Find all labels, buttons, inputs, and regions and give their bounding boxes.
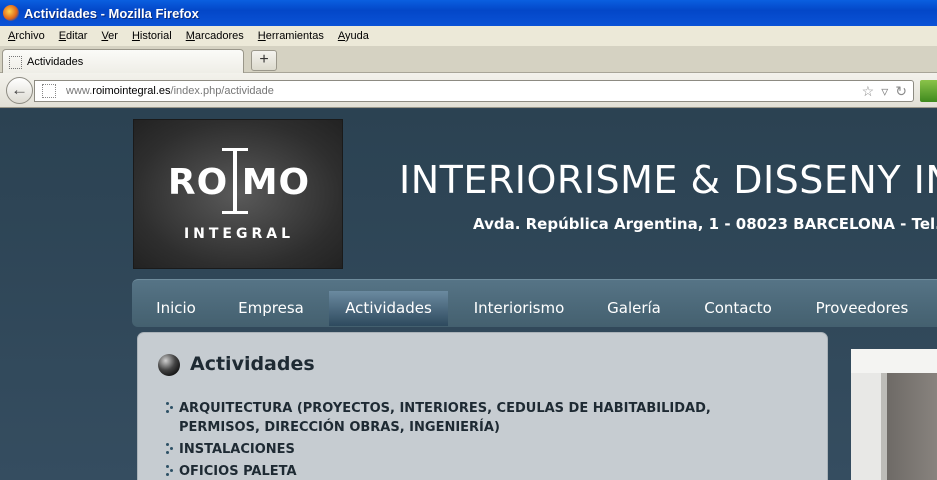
activity-text: OFICIOS PALETA: [179, 464, 297, 479]
content-title: Actividades: [190, 353, 315, 375]
navigation-toolbar: ← www. roimointegral.es/index.php/activid…: [0, 73, 937, 108]
page-icon: [9, 55, 22, 69]
nav-contacto[interactable]: Contacto: [692, 291, 784, 326]
nav-empresa[interactable]: Empresa: [226, 291, 316, 326]
bullet-icon: [166, 465, 174, 477]
menu-marcadores[interactable]: Marcadores: [186, 30, 244, 42]
tab-label: Actividades: [27, 56, 84, 68]
addon-icon[interactable]: [920, 80, 937, 102]
site-identity-icon[interactable]: [42, 84, 56, 98]
nav-actividades[interactable]: Actividades: [329, 291, 448, 326]
back-button[interactable]: ←: [6, 77, 33, 104]
window-title: Actividades - Mozilla Firefox: [24, 5, 199, 21]
menu-herramientas[interactable]: Herramientas: [258, 30, 324, 42]
site-logo[interactable]: RO MO INTEGRAL: [133, 119, 343, 269]
new-tab-button[interactable]: +: [251, 50, 277, 71]
url-bar[interactable]: www. roimointegral.es/index.php/actividad…: [34, 80, 914, 102]
tab-bar: Actividades +: [0, 46, 937, 74]
bookmark-star-icon[interactable]: ☆: [862, 83, 875, 100]
url-path: /index.php/actividade: [170, 85, 274, 97]
nav-interiorismo[interactable]: Interiorismo: [462, 291, 576, 326]
nav-galeria[interactable]: Galería: [594, 291, 674, 326]
bullet-icon: [166, 443, 174, 455]
activity-text: INSTALACIONES: [179, 442, 295, 457]
main-nav: Inicio Empresa Actividades Interiorismo …: [132, 279, 937, 327]
menu-historial[interactable]: Historial: [132, 30, 172, 42]
reload-icon[interactable]: ↻: [895, 83, 907, 100]
interior-photo: [851, 349, 937, 480]
site-headline: INTERIORISME & DISSENY INT: [399, 158, 937, 202]
web-page: RO MO INTEGRAL INTERIORISME & DISSENY IN…: [0, 109, 937, 480]
activity-text: ARQUITECTURA (PROYECTOS, INTERIORES, CED…: [179, 401, 711, 435]
bullet-icon: [166, 402, 174, 414]
firefox-icon: [3, 5, 19, 21]
logo-word: RO MO: [167, 162, 311, 203]
activity-item: INSTALACIONES: [166, 440, 779, 459]
menu-editar[interactable]: Editar: [59, 30, 88, 42]
menu-ver[interactable]: Ver: [101, 30, 118, 42]
nav-proveedores[interactable]: Proveedores: [802, 291, 922, 326]
content-panel: Actividades ARQUITECTURA (PROYECTOS, INT…: [137, 332, 828, 480]
sphere-bullet-icon: [158, 354, 180, 376]
activity-item: ARQUITECTURA (PROYECTOS, INTERIORES, CED…: [166, 399, 779, 437]
url-host: roimointegral.es: [92, 85, 171, 97]
menu-ayuda[interactable]: Ayuda: [338, 30, 369, 42]
nav-inicio[interactable]: Inicio: [140, 291, 212, 326]
back-arrow-icon: ←: [11, 80, 28, 99]
menu-archivo[interactable]: Archivo: [8, 30, 45, 42]
logo-subtitle: INTEGRAL: [183, 226, 295, 242]
activity-item: OFICIOS PALETA: [166, 462, 779, 480]
history-dropdown-icon[interactable]: ▿: [881, 83, 888, 100]
menu-bar: Archivo Editar Ver Historial Marcadores …: [0, 26, 937, 46]
tab-actividades[interactable]: Actividades: [2, 49, 244, 74]
url-bar-icons: ☆ ▿ ↻: [862, 83, 907, 100]
window-title-bar: Actividades - Mozilla Firefox: [0, 0, 937, 26]
logo-ibeam-icon: [222, 148, 248, 214]
url-host-prefix: www.: [66, 85, 93, 97]
site-address: Avda. República Argentina, 1 - 08023 BAR…: [473, 215, 937, 233]
